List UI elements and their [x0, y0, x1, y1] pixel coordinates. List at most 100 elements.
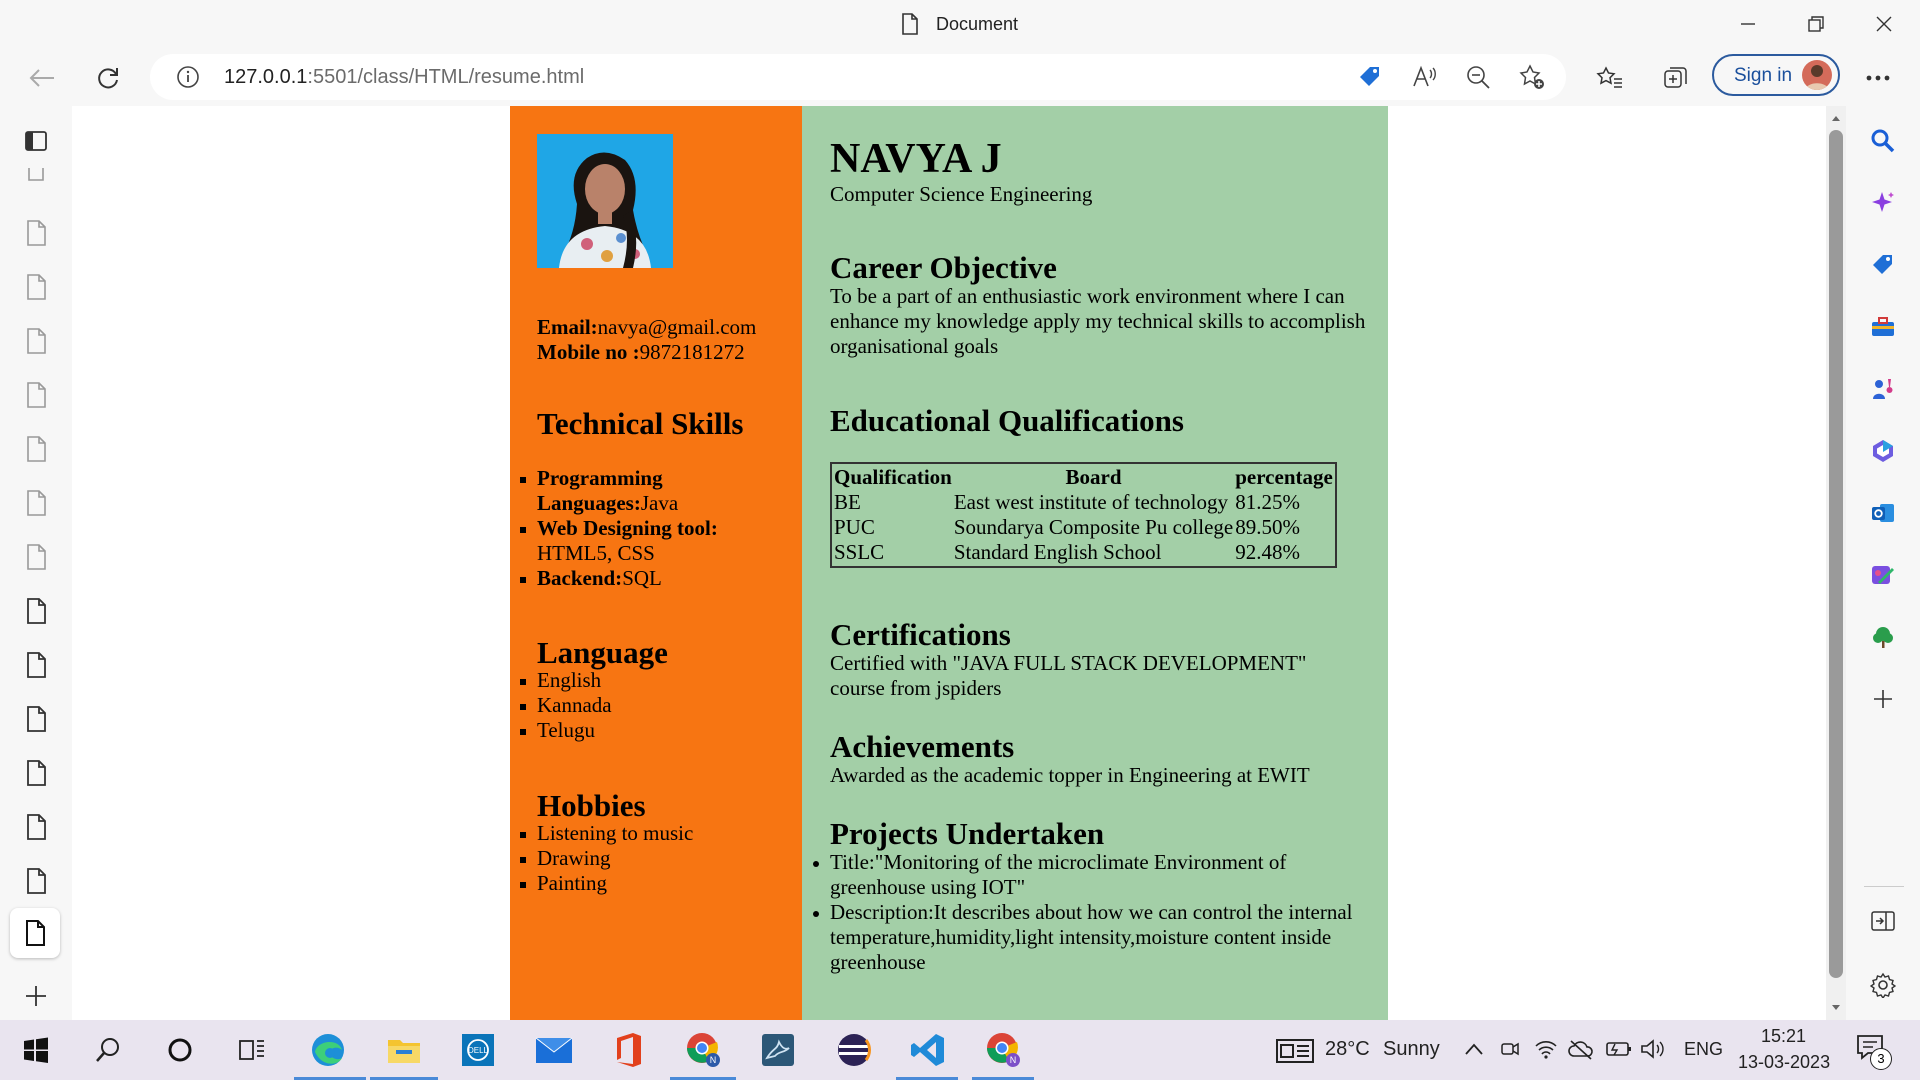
svg-text:N: N — [1010, 1055, 1017, 1065]
sidebar-designer[interactable] — [1868, 560, 1898, 590]
tab-page-icon[interactable] — [22, 326, 50, 356]
add-favorite-button[interactable] — [1516, 61, 1548, 93]
table-cell: SSLC — [834, 540, 885, 564]
resume-main: NAVYA J Computer Science Engineering Car… — [802, 106, 1388, 1020]
sidebar-discover[interactable] — [1868, 188, 1898, 218]
sidebar-games[interactable] — [1868, 374, 1898, 404]
close-button[interactable] — [1850, 0, 1918, 48]
tab-page-icon[interactable] — [22, 596, 50, 626]
resume-sidebar: Email:navya@gmail.com Mobile no :9872181… — [510, 106, 802, 1020]
tab-page-icon[interactable] — [22, 272, 50, 302]
taskbar-chrome[interactable]: N — [684, 1030, 724, 1070]
tab-page-icon[interactable] — [22, 218, 50, 248]
taskbar-cortana[interactable] — [160, 1030, 200, 1070]
minimize-button[interactable] — [1714, 0, 1782, 48]
taskbar-eclipse[interactable] — [834, 1030, 874, 1070]
active-tab[interactable] — [10, 908, 60, 958]
info-icon[interactable] — [176, 65, 200, 89]
url-path: :5501/class/HTML/resume.html — [307, 66, 585, 88]
sign-in-label: Sign in — [1734, 65, 1793, 86]
vertical-scrollbar[interactable] — [1826, 106, 1846, 1020]
tab-page-icon[interactable] — [22, 488, 50, 518]
wifi-icon[interactable] — [1534, 1038, 1558, 1060]
start-button[interactable] — [16, 1030, 56, 1070]
taskbar-chrome-profile[interactable]: N — [984, 1030, 1024, 1070]
tab-actions-icon[interactable] — [22, 126, 50, 156]
taskbar-file-explorer[interactable] — [384, 1030, 424, 1070]
table-row: BE East west institute of technology 81.… — [834, 491, 1333, 514]
table-header: Board — [1065, 465, 1122, 489]
taskbar-vscode[interactable] — [908, 1030, 948, 1070]
tab-page-icon[interactable] — [22, 866, 50, 896]
meet-now-icon[interactable] — [1500, 1038, 1520, 1060]
scroll-up-icon[interactable] — [1831, 114, 1841, 122]
tab-page-icon[interactable] — [22, 704, 50, 734]
notifications-button[interactable]: 3 — [1856, 1034, 1896, 1070]
tab-page-icon[interactable] — [22, 650, 50, 680]
volume-icon[interactable] — [1640, 1038, 1666, 1060]
sidebar-tools[interactable] — [1868, 312, 1898, 342]
tab-page-icon[interactable] — [22, 812, 50, 842]
taskbar-office[interactable] — [608, 1030, 648, 1070]
refresh-button[interactable] — [88, 58, 128, 98]
onedrive-icon[interactable] — [1568, 1038, 1594, 1060]
search-icon — [1871, 129, 1895, 153]
scrollbar-thumb[interactable] — [1829, 130, 1843, 978]
language-indicator[interactable]: ENG — [1684, 1039, 1723, 1060]
sidebar-office[interactable] — [1868, 436, 1898, 466]
sidebar-divider — [1864, 886, 1904, 887]
sidebar-add[interactable] — [1868, 684, 1898, 714]
zoom-out-button[interactable] — [1462, 61, 1494, 93]
objective-heading: Career Objective — [830, 250, 1057, 285]
sidebar-outlook[interactable] — [1868, 498, 1898, 528]
refresh-icon — [98, 68, 118, 89]
zoom-out-icon — [1467, 66, 1490, 89]
mobile-value: 9872181272 — [639, 340, 745, 364]
taskbar-mail[interactable] — [534, 1030, 574, 1070]
shopping-tag-button[interactable] — [1354, 61, 1386, 93]
tab-page-icon[interactable] — [22, 434, 50, 464]
task-view-icon — [239, 1040, 264, 1060]
list-item: Web Designing tool: HTML5, CSS — [520, 516, 792, 566]
profile-photo — [537, 134, 673, 268]
collections-button[interactable] — [1656, 58, 1696, 98]
workbench-icon — [762, 1034, 794, 1066]
sidebar-search[interactable] — [1868, 126, 1898, 156]
read-aloud-button[interactable] — [1408, 61, 1440, 93]
skill-value: HTML5, CSS — [537, 541, 655, 565]
battery-icon[interactable] — [1606, 1040, 1632, 1058]
taskbar-dell[interactable]: DELL — [458, 1030, 498, 1070]
tab-page-icon[interactable] — [22, 380, 50, 410]
taskbar-task-view[interactable] — [232, 1030, 272, 1070]
taskbar-mysql-workbench[interactable] — [758, 1030, 798, 1070]
chevron-up-icon[interactable] — [1464, 1042, 1484, 1056]
more-icon — [1866, 75, 1890, 81]
taskbar-edge[interactable] — [308, 1030, 348, 1070]
tab-page-icon[interactable] — [22, 168, 50, 182]
scroll-down-icon[interactable] — [1831, 1004, 1841, 1012]
sidebar-settings[interactable] — [1868, 970, 1898, 1000]
tab-page-icon[interactable] — [22, 758, 50, 788]
language-list: English Kannada Telugu — [520, 668, 612, 743]
tab-page-icon[interactable] — [22, 542, 50, 572]
skill-label: Web Designing tool: — [537, 516, 718, 540]
favorites-button[interactable] — [1590, 58, 1630, 98]
sidebar-split-screen[interactable] — [1868, 906, 1898, 936]
taskbar-search[interactable] — [88, 1030, 128, 1070]
address-bar[interactable]: 127.0.0.1:5501/class/HTML/resume.html — [150, 54, 1566, 100]
settings-icon — [1870, 972, 1896, 998]
restore-button[interactable] — [1782, 0, 1850, 48]
sidebar-tree[interactable] — [1868, 622, 1898, 652]
back-button[interactable] — [22, 58, 62, 98]
sign-in-button[interactable]: Sign in — [1712, 54, 1840, 96]
contact-block: Email:navya@gmail.com Mobile no :9872181… — [537, 315, 797, 365]
office-icon — [1873, 440, 1893, 462]
more-button[interactable] — [1858, 58, 1898, 98]
table-cell: 81.25% — [1235, 490, 1300, 514]
table-header: percentage — [1235, 465, 1333, 489]
new-tab-icon[interactable] — [22, 981, 50, 1011]
folder-icon — [388, 1040, 420, 1063]
clock-time: 15:21 — [1761, 1026, 1807, 1046]
sidebar-shopping[interactable] — [1868, 250, 1898, 280]
url-text[interactable]: 127.0.0.1:5501/class/HTML/resume.html — [224, 66, 584, 89]
